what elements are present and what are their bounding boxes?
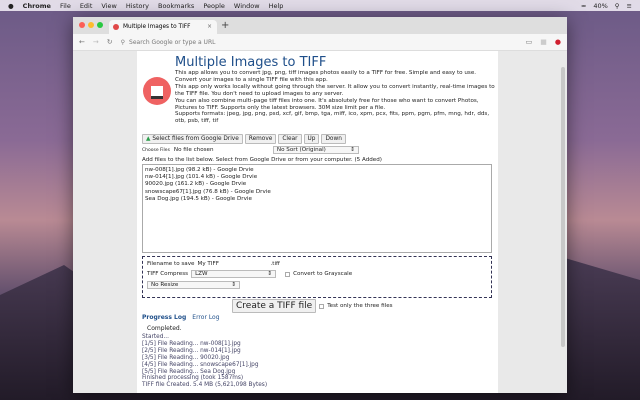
forward-icon[interactable]: →: [93, 38, 99, 46]
progress-log: Started... [1/5] File Reading... nw-008[…: [142, 334, 267, 389]
list-icon[interactable]: ≡: [627, 2, 632, 10]
remove-button[interactable]: Remove: [244, 134, 277, 144]
log-line: [2/5] File Reading... nw-014[1].jpg: [142, 347, 241, 354]
browser-toolbar: ← → ↻ ⚲ Search Google or type a URL ▭ ■ ●: [73, 34, 567, 51]
choose-files-button[interactable]: Choose Files: [142, 148, 170, 153]
grayscale-label: Convert to Grayscale: [293, 271, 353, 277]
menu-view[interactable]: View: [101, 2, 116, 10]
search-icon: ⚲: [120, 38, 126, 46]
menu-edit[interactable]: Edit: [80, 2, 93, 10]
test-only-checkbox[interactable]: [319, 303, 325, 309]
tab-strip: Multiple Images to TIFF × +: [73, 17, 567, 34]
filename-input[interactable]: My TIFF: [198, 261, 268, 267]
new-tab-button[interactable]: +: [221, 20, 229, 31]
search-icon[interactable]: ⚲: [615, 2, 620, 10]
list-item[interactable]: nw-008[1].jpg (98.2 kB) - Google Drvie: [145, 167, 489, 174]
compress-value: LZW: [195, 271, 208, 277]
tab-active[interactable]: Multiple Images to TIFF ×: [109, 20, 217, 34]
list-item[interactable]: nw-014[1].jpg (101.4 kB) - Google Drvie: [145, 174, 489, 181]
list-item[interactable]: Sea Dog.jpg (194.5 kB) - Google Drvie: [145, 196, 489, 203]
sort-select[interactable]: No Sort (Original) ⇕: [272, 146, 359, 154]
minimize-window-button[interactable]: [88, 22, 94, 28]
omnibox-placeholder: Search Google or type a URL: [129, 38, 216, 46]
menu-bar: ● Chrome File Edit View History Bookmark…: [0, 0, 640, 11]
test-only-label: Test only the three files: [327, 303, 393, 309]
menu-file[interactable]: File: [60, 2, 71, 10]
log-line: [1/5] File Reading... nw-008[1].jpg: [142, 340, 241, 347]
tab-progress-log[interactable]: Progress Log: [142, 314, 186, 321]
resize-select[interactable]: No Resize ⇕: [147, 281, 240, 289]
menu-help[interactable]: Help: [269, 2, 284, 10]
grayscale-checkbox[interactable]: [285, 271, 291, 277]
no-file-text: No file chosen: [173, 147, 214, 153]
google-drive-button[interactable]: ▲ Select files from Google Drive: [142, 134, 243, 144]
filename-label: Filename to save: [147, 261, 195, 267]
omnibox[interactable]: ⚲ Search Google or type a URL: [121, 39, 518, 46]
close-window-button[interactable]: [79, 22, 85, 28]
status-text: Completed.: [147, 325, 182, 332]
clear-button[interactable]: Clear: [278, 134, 302, 144]
tab-error-log[interactable]: Error Log: [192, 314, 219, 321]
reload-icon[interactable]: ↻: [107, 38, 113, 46]
menu-history[interactable]: History: [126, 2, 149, 10]
sort-value: No Sort (Original): [276, 147, 326, 153]
profile-icon[interactable]: ●: [555, 38, 561, 46]
select-arrow-icon: ⇕: [231, 282, 236, 288]
scrollbar[interactable]: [561, 67, 565, 347]
app-page: Multiple Images to TIFF This app allows …: [137, 51, 498, 393]
tiff-logo-icon: [143, 77, 171, 105]
description-line: This app only works locally without goin…: [175, 83, 495, 97]
back-icon[interactable]: ←: [79, 38, 85, 46]
options-panel: Filename to save My TIFF .tiff TIFF Comp…: [142, 256, 492, 298]
list-item[interactable]: 90020.jpg (161.2 kB) - Google Drvie: [145, 181, 489, 188]
compress-label: TIFF Compress: [147, 271, 189, 277]
page-viewport: Multiple Images to TIFF This app allows …: [73, 51, 567, 393]
close-tab-icon[interactable]: ×: [207, 24, 212, 30]
resize-value: No Resize: [151, 282, 179, 288]
tab-title: Multiple Images to TIFF: [123, 24, 191, 30]
menu-window[interactable]: Window: [234, 2, 260, 10]
wifi-icon[interactable]: ≈: [581, 2, 586, 10]
menu-bookmarks[interactable]: Bookmarks: [158, 2, 194, 10]
browser-window: Multiple Images to TIFF × + ← → ↻ ⚲ Search…: [73, 17, 567, 393]
file-list[interactable]: nw-008[1].jpg (98.2 kB) - Google Drvie n…: [142, 164, 492, 253]
down-button[interactable]: Down: [321, 134, 346, 144]
select-arrow-icon: ⇕: [350, 147, 355, 153]
zoom-window-button[interactable]: [97, 22, 103, 28]
log-line: [5/5] File Reading... Sea Dog.jpg: [142, 368, 236, 375]
menu-app[interactable]: Chrome: [23, 2, 51, 10]
add-files-label: Add files to the list below. Select from…: [142, 157, 382, 163]
up-button[interactable]: Up: [303, 134, 320, 144]
google-drive-label: Select files from Google Drive: [152, 136, 239, 142]
favicon-icon: [113, 24, 119, 30]
cast-icon[interactable]: ▭: [526, 38, 533, 46]
log-line: Started...: [142, 334, 169, 340]
log-line: [3/5] File Reading... 90020.jpg: [142, 354, 230, 361]
google-drive-icon: ▲: [146, 136, 151, 142]
description-line: Supports formats: jpeg, jpg, png, psd, x…: [175, 111, 490, 125]
description-line: You can also combine multi-page tiff fil…: [175, 97, 479, 111]
apple-icon[interactable]: ●: [8, 2, 14, 10]
compress-select[interactable]: LZW ⇕: [191, 270, 277, 278]
log-line: TIFF file Created. 5.4 MB (5,621,098 Byt…: [142, 382, 268, 389]
log-line: [4/5] File Reading... snowscape67[1].jpg: [142, 361, 259, 368]
log-line: Finished processing (took 1587ms): [142, 375, 244, 382]
select-arrow-icon: ⇕: [267, 271, 273, 277]
extension-icon[interactable]: ■: [540, 38, 547, 46]
menu-people[interactable]: People: [203, 2, 225, 10]
description-line: This app allows you to convert jpg, png,…: [175, 70, 477, 83]
extension-label: .tiff: [270, 261, 280, 267]
description: This app allows you to convert jpg, png,…: [175, 70, 495, 125]
page-title: Multiple Images to TIFF: [175, 55, 327, 70]
list-item[interactable]: snowscape67[1].jpg (76.8 kB) - Google Dr…: [145, 189, 489, 196]
battery-text[interactable]: 40%: [593, 2, 607, 10]
create-tiff-button[interactable]: Create a TIFF file: [232, 299, 317, 313]
